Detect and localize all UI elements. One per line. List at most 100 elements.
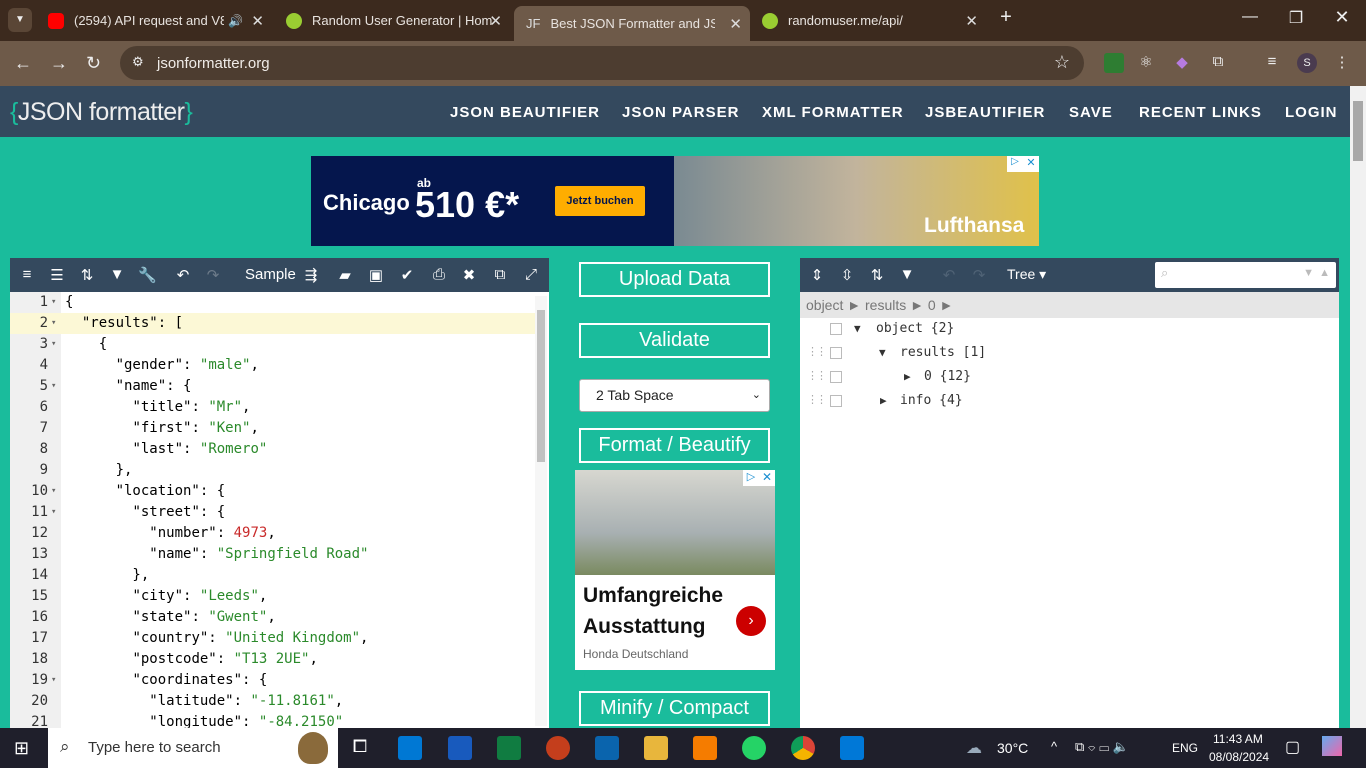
tree-node-root[interactable]: ▼ object {2} (800, 318, 1339, 342)
code-line[interactable]: 8 "last": "Romero" (10, 439, 540, 460)
view-mode-dropdown[interactable]: Tree ▾ (1007, 266, 1046, 283)
clear-icon[interactable]: ✖ (460, 266, 478, 284)
new-tab-icon[interactable]: + (986, 6, 1026, 29)
fold-toggle-icon[interactable]: ▾ (51, 481, 56, 502)
show-hidden-icons-icon[interactable]: ^ (1051, 739, 1057, 754)
expand-arrow-icon[interactable]: ▶ (880, 394, 887, 407)
filter-icon[interactable]: ▼ (898, 266, 916, 283)
search-prev-icon[interactable]: ▲ (1319, 267, 1330, 279)
fold-toggle-icon[interactable]: ▾ (51, 376, 56, 397)
ad-close-icon[interactable]: ✕ (1023, 156, 1039, 172)
ad-arrow-button[interactable]: › (736, 606, 766, 636)
nav-login[interactable]: LOGIN (1285, 104, 1338, 121)
validate-button[interactable]: Validate (579, 323, 770, 358)
taskbar-search-input[interactable]: ⌕ Type here to search (48, 728, 338, 768)
browser-tab[interactable]: randomuser.me/api/ ✕ (750, 6, 986, 35)
sort-icon[interactable]: ⇅ (868, 266, 886, 284)
browser-tab[interactable]: (2594) API request and V8 e 🔊 ✕ (36, 6, 272, 35)
site-logo[interactable]: {JSON formatter} (10, 98, 193, 127)
weather-cloud-icon[interactable]: ☁ (966, 738, 982, 758)
adchoices-icon[interactable]: ▷ (743, 470, 759, 486)
copilot-icon[interactable] (1322, 736, 1342, 756)
adchoices-icon[interactable]: ▷ (1007, 156, 1023, 172)
code-line[interactable]: 7 "first": "Ken", (10, 418, 540, 439)
windows-start-icon[interactable]: ⊞ (14, 738, 29, 759)
back-icon[interactable]: ← (14, 53, 32, 74)
system-tray-icons[interactable]: ⧉ ⌔ ▭ 🔈 (1075, 739, 1129, 755)
code-line[interactable]: 20 "latitude": "-11.8161", (10, 691, 540, 712)
nav-xml-formatter[interactable]: XML FORMATTER (762, 104, 904, 121)
code-line[interactable]: 21 "longitude": "-84.2150" (10, 712, 540, 728)
repair-icon[interactable]: 🔧 (138, 266, 157, 284)
vscode-icon[interactable] (840, 736, 864, 760)
sort-icon[interactable]: ⇅ (78, 266, 96, 284)
notification-icon[interactable]: ▢ (1285, 737, 1300, 757)
code-line[interactable]: 13 "name": "Springfield Road" (10, 544, 540, 565)
profile-avatar[interactable]: S (1297, 53, 1317, 73)
fold-toggle-icon[interactable]: ▾ (51, 502, 56, 523)
tab-search-button[interactable]: ▼ (8, 8, 32, 32)
puzzle-icon[interactable]: ⧉ (1208, 53, 1228, 73)
code-line[interactable]: 10 ▾ "location": { (10, 481, 540, 502)
code-line[interactable]: 19 ▾ "coordinates": { (10, 670, 540, 691)
ad-banner[interactable]: Chicago ab 510 €* Jetzt buchen Lufthansa… (311, 156, 1039, 246)
code-line[interactable]: 2 ▾ "results": [ (10, 313, 540, 334)
language-indicator[interactable]: ENG (1172, 741, 1198, 755)
fold-toggle-icon[interactable]: ▾ (51, 334, 56, 355)
extension-icon[interactable]: ◆ (1172, 53, 1192, 73)
code-line[interactable]: 6 "title": "Mr", (10, 397, 540, 418)
expand-arrow-icon[interactable]: ▼ (879, 346, 886, 359)
chrome-icon[interactable] (791, 736, 815, 760)
undo-icon[interactable]: ↶ (174, 266, 192, 284)
code-editor[interactable]: 1 ▾{2 ▾ "results": [3 ▾ {4 "gender": "male"… (10, 292, 549, 728)
save-icon[interactable]: ▣ (367, 266, 385, 284)
task-view-icon[interactable]: ⧠ (348, 736, 372, 760)
minify-compact-button[interactable]: Minify / Compact (579, 691, 770, 726)
clock-date[interactable]: 08/08/2024 (1209, 750, 1269, 764)
store-icon[interactable] (398, 736, 422, 760)
close-window-icon[interactable]: ✕ (1322, 7, 1362, 28)
expand-arrow-icon[interactable]: ▼ (854, 322, 861, 335)
code-line[interactable]: 1 ▾ { (10, 292, 540, 313)
compact-icon[interactable]: ☰ (48, 266, 66, 284)
redo-icon[interactable]: ↷ (970, 266, 988, 284)
editor-scrollbar[interactable] (535, 296, 547, 726)
ad-close-icon[interactable]: ✕ (759, 470, 775, 486)
car-ad[interactable]: ▷ ✕ Umfangreiche Ausstattung › Honda Deu… (575, 470, 775, 670)
code-line[interactable]: 5 ▾ "name": { (10, 376, 540, 397)
filter-icon[interactable]: ▼ (108, 266, 126, 283)
nav-save[interactable]: SAVE (1069, 104, 1113, 121)
close-tab-icon[interactable]: ✕ (251, 12, 264, 30)
search-next-icon[interactable]: ▼ (1303, 267, 1314, 279)
tree-breadcrumb[interactable]: object ► results ► 0 ► (800, 292, 1339, 318)
tree-node-info[interactable]: ⋮⋮ ▶ info {4} (800, 390, 1339, 414)
nav-jsbeautifier[interactable]: JSBEAUTIFIER (925, 104, 1045, 121)
code-line[interactable]: 12 "number": 4973, (10, 523, 540, 544)
excel-icon[interactable] (497, 736, 521, 760)
drag-handle-icon[interactable]: ⋮⋮ (807, 369, 827, 382)
browser-tab-active[interactable]: JF Best JSON Formatter and JSON ✕ (514, 6, 750, 41)
file-explorer-icon[interactable] (644, 736, 668, 760)
row-checkbox[interactable] (830, 323, 842, 335)
browser-tab[interactable]: Random User Generator | Home ✕ (274, 6, 510, 35)
code-line[interactable]: 4 "gender": "male", (10, 355, 540, 376)
sample-button[interactable]: Sample (245, 266, 296, 283)
drag-handle-icon[interactable]: ⋮⋮ (807, 345, 827, 358)
tree-search-input[interactable]: ⌕ ▼ ▲ (1155, 262, 1336, 288)
bookmark-star-icon[interactable]: ☆ (1054, 52, 1070, 73)
row-checkbox[interactable] (830, 395, 842, 407)
format-beautify-button[interactable]: Format / Beautify (579, 428, 770, 463)
ad-cta-button[interactable]: Jetzt buchen (555, 186, 645, 216)
undo-icon[interactable]: ↶ (940, 266, 958, 284)
collapse-all-icon[interactable]: ⇳ (838, 266, 856, 284)
close-tab-icon[interactable]: ✕ (489, 12, 502, 30)
row-checkbox[interactable] (830, 347, 842, 359)
open-folder-icon[interactable]: ▰ (336, 266, 354, 284)
code-line[interactable]: 14 }, (10, 565, 540, 586)
tree-node-0[interactable]: ⋮⋮ ▶ 0 {12} (800, 366, 1339, 390)
format-icon[interactable]: ≡ (18, 266, 36, 283)
nav-json-beautifier[interactable]: JSON BEAUTIFIER (450, 104, 600, 121)
fullscreen-icon[interactable]: ⤢ (522, 266, 540, 283)
nav-recent-links[interactable]: RECENT LINKS (1139, 104, 1262, 121)
powerpoint-icon[interactable] (546, 736, 570, 760)
